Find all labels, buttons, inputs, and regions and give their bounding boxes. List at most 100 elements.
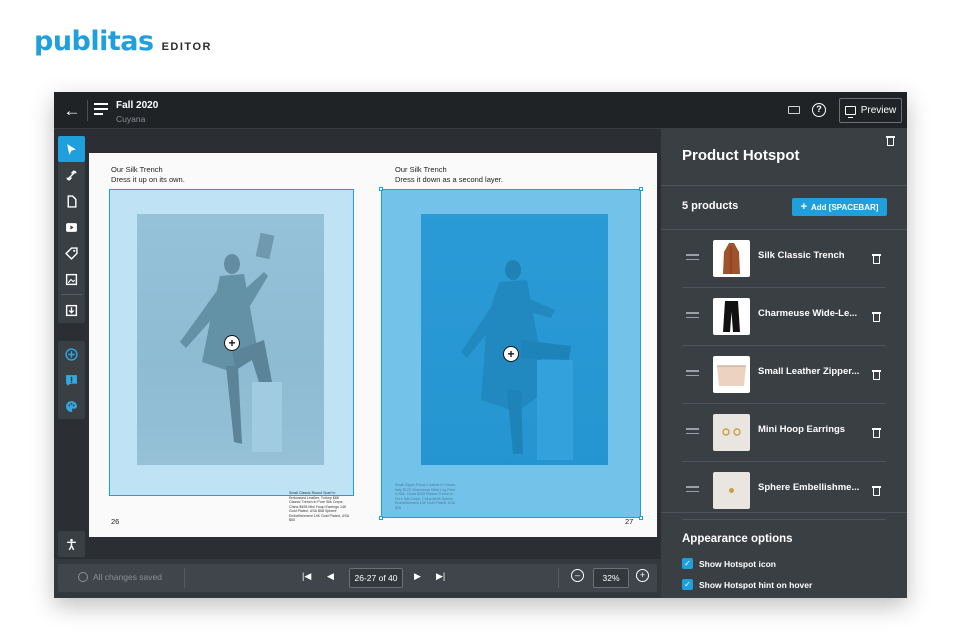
product-hotspot-panel: Product Hotspot 5 products + Add [SPACEB… <box>661 129 907 598</box>
page-icon <box>65 195 78 208</box>
preview-label: Preview <box>861 105 897 116</box>
product-name: Charmeuse Wide-Le... <box>758 308 864 319</box>
tool-sidebar <box>54 129 89 598</box>
save-status-text: All changes saved <box>93 572 162 582</box>
editor-window: ← Fall 2020 Cuyana ? Preview <box>54 92 907 598</box>
publitas-logo: publitas <box>34 26 154 57</box>
divider <box>184 568 185 588</box>
hotspot-plus-icon[interactable]: + <box>504 347 518 361</box>
product-name: Sphere Embellishme... <box>758 482 864 493</box>
tool-group-extra <box>58 341 85 419</box>
add-tool[interactable] <box>58 341 85 367</box>
show-hotspot-hint-option[interactable]: ✓ Show Hotspot hint on hover <box>682 579 812 590</box>
drag-handle-icon[interactable] <box>686 486 699 492</box>
option-label: Show Hotspot hint on hover <box>699 580 812 590</box>
plus-icon: + <box>801 201 807 213</box>
link-icon <box>65 169 78 182</box>
divider <box>558 568 559 588</box>
select-tool[interactable] <box>58 136 85 162</box>
alert-icon <box>65 374 78 387</box>
product-thumbnail-sphere <box>713 472 750 509</box>
drag-handle-icon[interactable] <box>686 370 699 376</box>
checkbox-checked-icon[interactable]: ✓ <box>682 579 693 590</box>
cursor-icon <box>65 143 78 156</box>
help-icon[interactable]: ? <box>812 103 826 117</box>
drag-handle-icon[interactable] <box>686 254 699 260</box>
tag-tool[interactable] <box>58 240 85 266</box>
right-caption-line-2: Dress it down as a second layer. <box>395 175 503 185</box>
previous-page-icon[interactable]: ◀ <box>327 571 334 582</box>
zoom-level[interactable]: 32% <box>593 568 629 588</box>
drag-handle-icon[interactable] <box>686 312 699 318</box>
page-link-tool[interactable] <box>58 188 85 214</box>
resize-handle-top-right[interactable] <box>639 187 643 191</box>
product-thumbnail-earrings <box>713 414 750 451</box>
link-tool[interactable] <box>58 162 85 188</box>
publication-subtitle: Cuyana <box>116 114 145 124</box>
image-tool[interactable] <box>58 266 85 292</box>
left-caption-line-1: Our Silk Trench <box>111 165 185 175</box>
menu-icon[interactable] <box>94 103 108 117</box>
palette-tool[interactable] <box>58 393 85 419</box>
delete-product-button[interactable] <box>872 486 881 496</box>
product-hotspot-left[interactable]: + <box>109 189 354 496</box>
bottom-bar: All changes saved |◀ ◀ 26-27 of 40 ▶ ▶| … <box>54 559 661 598</box>
left-fine-print: Small Classic Round Scarf in Embossed Le… <box>289 491 351 523</box>
delete-product-button[interactable] <box>872 370 881 380</box>
panel-title: Product Hotspot <box>682 147 800 164</box>
left-page-caption: Our Silk Trench Dress it up on its own. <box>111 165 185 185</box>
accessibility-icon <box>65 538 78 551</box>
product-item[interactable]: Small Leather Zipper... <box>682 346 886 404</box>
first-page-icon[interactable]: |◀ <box>302 571 311 582</box>
add-product-button[interactable]: + Add [SPACEBAR] <box>792 198 887 216</box>
download-icon <box>65 304 78 317</box>
preview-button[interactable]: Preview <box>839 98 902 123</box>
page-indicator[interactable]: 26-27 of 40 <box>349 568 403 588</box>
publication-title: Fall 2020 <box>116 100 158 111</box>
resize-handle-top-left[interactable] <box>379 187 383 191</box>
delete-product-button[interactable] <box>872 254 881 264</box>
video-icon <box>65 221 78 234</box>
right-caption-line-1: Our Silk Trench <box>395 165 503 175</box>
product-item[interactable]: Mini Hoop Earrings <box>682 404 886 462</box>
tool-divider <box>61 294 82 295</box>
option-label: Show Hotspot icon <box>699 559 776 569</box>
add-product-label: Add [SPACEBAR] <box>811 203 878 212</box>
show-hotspot-icon-option[interactable]: ✓ Show Hotspot icon <box>682 558 776 569</box>
appearance-options-heading: Appearance options <box>682 533 793 545</box>
resize-handle-bottom-right[interactable] <box>639 516 643 520</box>
tool-group-main <box>58 136 85 323</box>
back-arrow-icon[interactable]: ← <box>62 101 82 121</box>
plus-circle-icon <box>65 348 78 361</box>
product-item[interactable]: Silk Classic Trench <box>682 230 886 288</box>
tool-group-bottom <box>58 531 85 557</box>
top-bar: ← Fall 2020 Cuyana ? Preview <box>54 92 907 129</box>
last-page-icon[interactable]: ▶| <box>436 571 445 582</box>
keyboard-icon[interactable] <box>788 106 800 114</box>
preview-icon <box>845 106 856 115</box>
hotspot-plus-icon[interactable]: + <box>225 336 239 350</box>
video-tool[interactable] <box>58 214 85 240</box>
palette-icon <box>65 400 78 413</box>
checkbox-checked-icon[interactable]: ✓ <box>682 558 693 569</box>
product-thumbnail-pants <box>713 298 750 335</box>
drag-handle-icon[interactable] <box>686 428 699 434</box>
delete-product-button[interactable] <box>872 312 881 322</box>
zoom-out-icon[interactable]: – <box>571 569 584 582</box>
product-item[interactable]: Charmeuse Wide-Le... <box>682 288 886 346</box>
check-circle-icon <box>78 572 88 582</box>
download-tool[interactable] <box>58 297 85 323</box>
next-page-icon[interactable]: ▶ <box>414 571 421 582</box>
delete-product-button[interactable] <box>872 428 881 438</box>
resize-handle-bottom-left[interactable] <box>379 516 383 520</box>
product-name: Silk Classic Trench <box>758 250 864 261</box>
right-page-caption: Our Silk Trench Dress it down as a secon… <box>395 165 503 185</box>
accessibility-tool[interactable] <box>58 531 85 557</box>
page-spread[interactable]: Our Silk Trench Dress it up on its own. … <box>89 153 657 537</box>
zoom-in-icon[interactable]: + <box>636 569 649 582</box>
delete-hotspot-button[interactable] <box>886 136 895 146</box>
product-hotspot-right[interactable]: + <box>381 189 641 518</box>
canvas-area: Our Silk Trench Dress it up on its own. … <box>89 129 661 559</box>
alert-tool[interactable] <box>58 367 85 393</box>
right-fine-print: Small Zipper Pouch Leather in Cream, Ita… <box>395 483 457 510</box>
